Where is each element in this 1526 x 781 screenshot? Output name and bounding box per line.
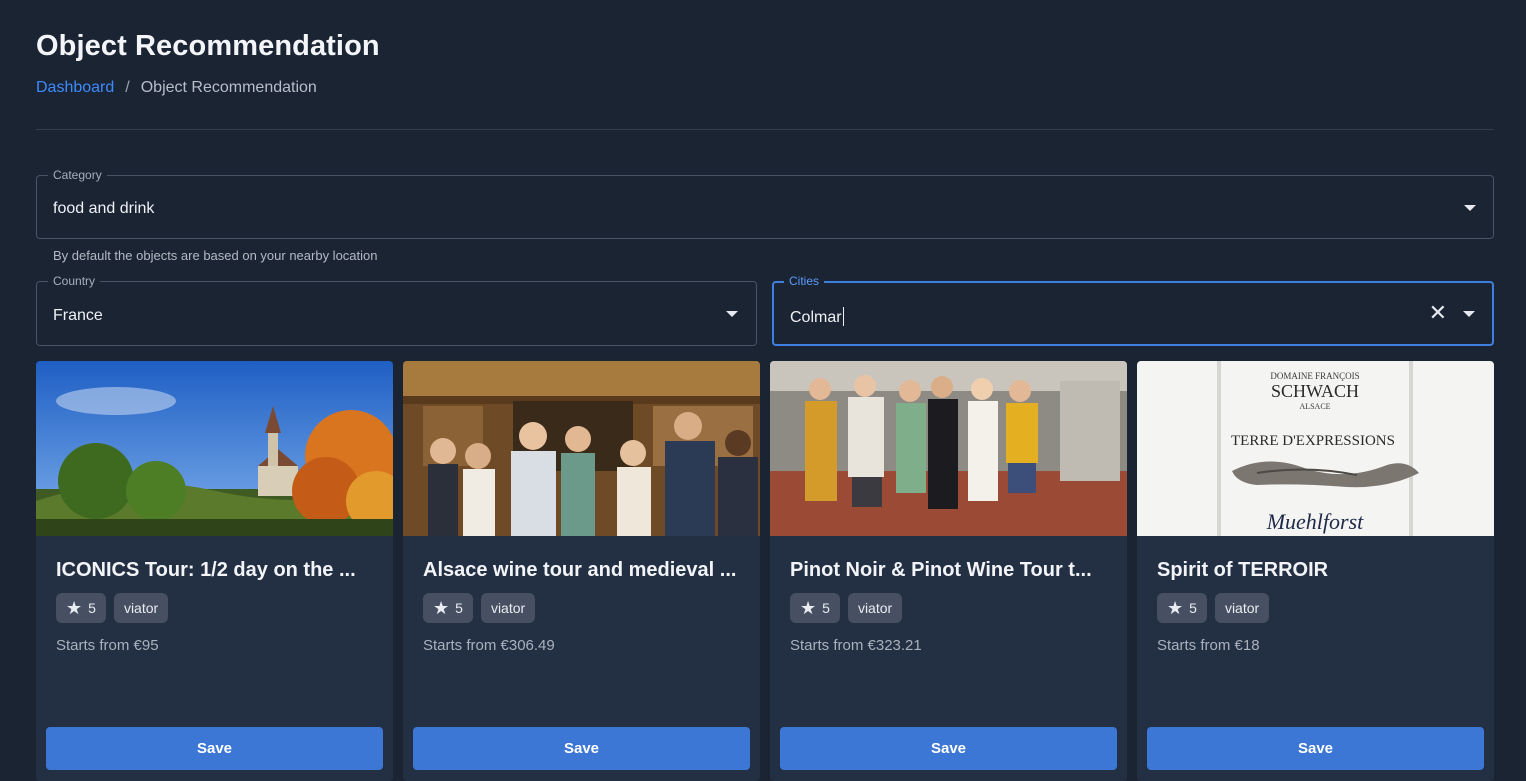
card-price: Starts from €18 bbox=[1157, 637, 1260, 654]
cities-dropdown-icon[interactable] bbox=[1463, 311, 1475, 317]
source-chip: viator bbox=[113, 593, 169, 623]
source-label: viator bbox=[490, 600, 526, 616]
card-chips: ★ 5 viator bbox=[790, 593, 903, 623]
label-script-text: Muehlforst bbox=[1266, 509, 1364, 534]
cities-autocomplete[interactable]: Cities Colmar ✕ bbox=[772, 273, 1494, 346]
page-title: Object Recommendation bbox=[36, 30, 380, 62]
country-value: France bbox=[53, 307, 103, 324]
cities-input[interactable]: Colmar bbox=[790, 307, 844, 327]
rating-chip: ★ 5 bbox=[56, 593, 106, 623]
card-title[interactable]: Pinot Noir & Pinot Wine Tour t... bbox=[790, 559, 1107, 582]
card-chips: ★ 5 viator bbox=[1157, 593, 1270, 623]
card-title[interactable]: Alsace wine tour and medieval ... bbox=[423, 559, 740, 582]
recommendation-card: Alsace wine tour and medieval ... ★ 5 vi… bbox=[403, 361, 760, 781]
source-chip: viator bbox=[847, 593, 903, 623]
star-icon: ★ bbox=[800, 598, 817, 618]
card-price: Starts from €95 bbox=[56, 637, 159, 654]
rating-value: 5 bbox=[822, 600, 830, 616]
card-title[interactable]: ICONICS Tour: 1/2 day on the ... bbox=[56, 559, 373, 582]
breadcrumb-separator: / bbox=[125, 79, 130, 96]
card-price: Starts from €306.49 bbox=[423, 637, 555, 654]
source-label: viator bbox=[857, 600, 893, 616]
cities-label: Cities bbox=[784, 273, 825, 289]
text-cursor bbox=[842, 307, 844, 326]
source-chip: viator bbox=[480, 593, 536, 623]
rating-value: 5 bbox=[455, 600, 463, 616]
save-button[interactable]: Save bbox=[780, 727, 1117, 770]
category-select[interactable]: Category food and drink bbox=[36, 167, 1494, 239]
page: Object Recommendation Dashboard / Object… bbox=[0, 0, 1526, 781]
breadcrumb-dashboard-link[interactable]: Dashboard bbox=[36, 79, 114, 97]
recommendation-card: ICONICS Tour: 1/2 day on the ... ★ 5 via… bbox=[36, 361, 393, 781]
save-button[interactable]: Save bbox=[46, 727, 383, 770]
save-button[interactable]: Save bbox=[413, 727, 750, 770]
country-label: Country bbox=[48, 273, 101, 289]
recommendation-card: DOMAINE FRANÇOIS SCHWACH ALSACE TERRE D'… bbox=[1137, 361, 1494, 781]
recommendation-card: Pinot Noir & Pinot Wine Tour t... ★ 5 vi… bbox=[770, 361, 1127, 781]
rating-chip: ★ 5 bbox=[423, 593, 473, 623]
label-region-text: ALSACE bbox=[1299, 402, 1330, 411]
star-icon: ★ bbox=[66, 598, 83, 618]
source-label: viator bbox=[123, 600, 159, 616]
card-title[interactable]: Spirit of TERROIR bbox=[1157, 559, 1474, 582]
card-chips: ★ 5 viator bbox=[56, 593, 169, 623]
source-label: viator bbox=[1224, 600, 1260, 616]
category-helper-text: By default the objects are based on your… bbox=[53, 248, 378, 263]
card-chips: ★ 5 viator bbox=[423, 593, 536, 623]
category-value: food and drink bbox=[53, 200, 155, 217]
rating-chip: ★ 5 bbox=[1157, 593, 1207, 623]
country-dropdown-icon[interactable] bbox=[726, 311, 738, 317]
rating-value: 5 bbox=[88, 600, 96, 616]
breadcrumb: Dashboard / Object Recommendation bbox=[36, 79, 317, 97]
winery-cellar-group-photo[interactable] bbox=[770, 361, 1127, 536]
label-name-text: TERRE D'EXPRESSIONS bbox=[1231, 433, 1395, 449]
source-chip: viator bbox=[1214, 593, 1270, 623]
save-button[interactable]: Save bbox=[1147, 727, 1484, 770]
label-brand-text: SCHWACH bbox=[1271, 381, 1359, 401]
wine-tasting-group-photo[interactable] bbox=[403, 361, 760, 536]
wine-label-photo[interactable]: DOMAINE FRANÇOIS SCHWACH ALSACE TERRE D'… bbox=[1137, 361, 1494, 536]
card-price: Starts from €323.21 bbox=[790, 637, 922, 654]
breadcrumb-current: Object Recommendation bbox=[140, 79, 317, 96]
header-divider bbox=[36, 129, 1494, 130]
vineyard-village-photo[interactable] bbox=[36, 361, 393, 536]
cities-value: Colmar bbox=[790, 309, 842, 326]
clear-icon[interactable]: ✕ bbox=[1429, 302, 1447, 324]
label-top-text: DOMAINE FRANÇOIS bbox=[1270, 371, 1359, 381]
rating-chip: ★ 5 bbox=[790, 593, 840, 623]
category-label: Category bbox=[48, 167, 107, 183]
category-dropdown-icon[interactable] bbox=[1464, 205, 1476, 211]
star-icon: ★ bbox=[433, 598, 450, 618]
country-select[interactable]: Country France bbox=[36, 273, 757, 346]
rating-value: 5 bbox=[1189, 600, 1197, 616]
star-icon: ★ bbox=[1167, 598, 1184, 618]
